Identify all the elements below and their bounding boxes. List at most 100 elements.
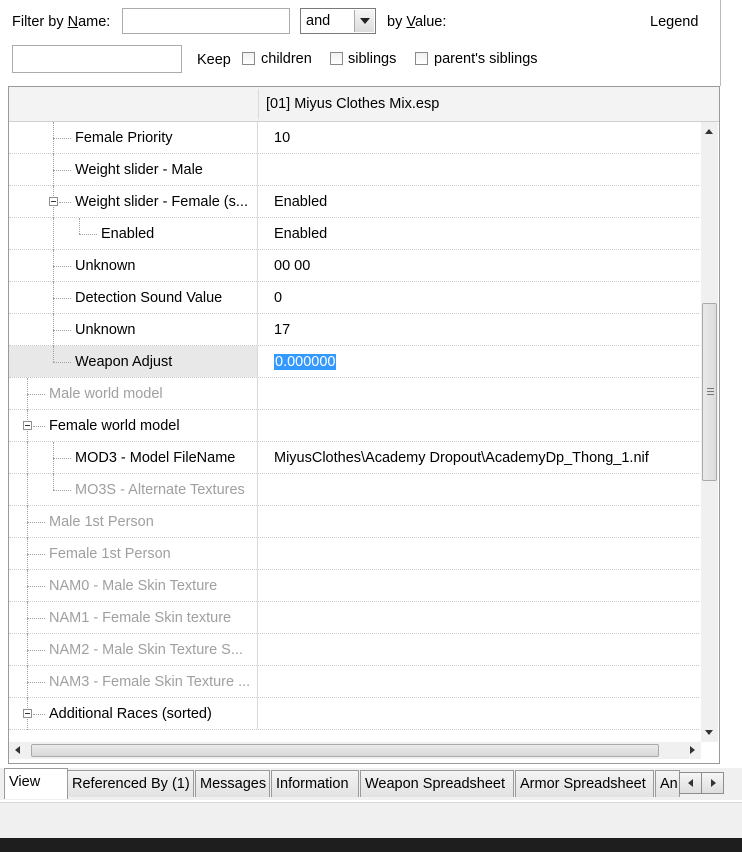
scroll-up-arrow-icon[interactable] [705,129,713,134]
tree-row[interactable]: NAM2 - Male Skin Texture S... [9,634,699,666]
tab-information[interactable]: Information [271,770,359,797]
tree-row-value[interactable]: 00 00 [274,258,310,274]
tree-row-name-cell: NAM2 - Male Skin Texture S... [9,634,258,666]
tree-row-label: MOD3 - Model FileName [75,450,236,466]
value-edit-field[interactable]: 0.000000 [274,354,337,370]
tree-row-name-cell: Male world model [9,378,258,410]
tree-row[interactable]: Female 1st Person [9,538,699,570]
operator-dropdown[interactable]: and [300,8,376,34]
tree-row-name-cell: Weapon Adjust [9,346,258,377]
tree-row[interactable]: Male world model [9,378,699,410]
tree-row-name-cell: Unknown [9,250,258,282]
filter-name-label: Filter by Name: [12,14,111,30]
tree-row-name-cell: Additional Races (sorted) [9,698,258,730]
tree-row-label: Male world model [49,386,163,402]
tab-scroll-right-button[interactable] [701,772,724,794]
column-header[interactable]: [01] Miyus Clothes Mix.esp [9,87,719,122]
tree-row[interactable]: Unknown 17 [9,314,699,346]
scroll-right-arrow-icon[interactable] [690,746,695,754]
column-header-title: [01] Miyus Clothes Mix.esp [266,96,440,112]
tree-row-label: Unknown [75,258,136,274]
desktop-background [0,838,742,852]
tree-row[interactable]: Detection Sound Value 0 [9,282,699,314]
tree-row-name-cell: Detection Sound Value [9,282,258,314]
tree-row-value[interactable]: 17 [274,322,290,338]
tab-messages[interactable]: Messages [195,770,270,797]
collapse-icon[interactable] [23,421,32,430]
tree-row-value[interactable]: Enabled [274,194,327,210]
tree-row-value[interactable]: Enabled [274,226,327,242]
tree-row[interactable]: Female Priority 10 [9,122,699,154]
tab-armor-spreadsheet[interactable]: Armor Spreadsheet [515,770,654,797]
siblings-checkbox[interactable] [330,52,343,65]
parents-siblings-label: parent's siblings [434,51,538,67]
tab-weapon-spreadsheet[interactable]: Weapon Spreadsheet [360,770,514,797]
tree-row-name-cell: Weight slider - Male [9,154,258,186]
tree-row-selected[interactable]: Weapon Adjust 0.000000 [9,346,699,378]
tab-view[interactable]: View [4,768,68,799]
record-tree[interactable]: [01] Miyus Clothes Mix.esp Female Priori… [8,86,720,764]
tab-truncated[interactable]: An [655,770,680,797]
parents-siblings-checkbox[interactable] [415,52,428,65]
tree-row[interactable]: NAM3 - Female Skin Texture ... [9,666,699,698]
tree-row[interactable]: Unknown 00 00 [9,250,699,282]
tree-row-name-cell: NAM0 - Male Skin Texture [9,570,258,602]
keep-label: Keep [197,52,231,68]
tree-row[interactable]: Male 1st Person [9,506,699,538]
vertical-scrollbar[interactable] [701,122,718,742]
tree-row[interactable]: Additional Races (sorted) [9,698,699,730]
tree-row[interactable]: MO3S - Alternate Textures [9,474,699,506]
filter-name-input[interactable] [122,8,290,34]
tree-row[interactable]: Female world model [9,410,699,442]
status-bar [0,802,742,838]
tree-row[interactable]: NAM1 - Female Skin texture [9,602,699,634]
tree-row-value[interactable]: 10 [274,130,290,146]
scroll-left-arrow-icon[interactable] [15,746,20,754]
filter-value-input[interactable] [12,45,182,73]
tree-row-name-cell: NAM3 - Female Skin Texture ... [9,666,258,698]
tree-row-label: NAM0 - Male Skin Texture [49,578,218,594]
column-separator[interactable] [258,89,259,119]
horizontal-scroll-thumb[interactable] [31,744,659,757]
collapse-icon[interactable] [23,709,32,718]
tree-row-name-cell: Female Priority [9,122,258,154]
tree-row-label: NAM3 - Female Skin Texture ... [49,674,251,690]
operator-dropdown-button[interactable] [354,10,374,32]
tree-row-label: Weight slider - Female (s... [75,194,248,210]
tree-row-label: NAM1 - Female Skin texture [49,610,232,626]
tree-row-label: Female Priority [75,130,173,146]
tree-row[interactable]: MOD3 - Model FileName MiyusClothes\Acade… [9,442,699,474]
siblings-label: siblings [348,51,397,67]
tree-row-label: Unknown [75,322,136,338]
tree-row-label: MO3S - Alternate Textures [75,482,245,498]
tree-row-name-cell: NAM1 - Female Skin texture [9,602,258,634]
tree-row-label: NAM2 - Male Skin Texture S... [49,642,243,658]
tree-row[interactable]: NAM0 - Male Skin Texture [9,570,699,602]
tree-rows: Female Priority 10 Weight slider - Male … [9,122,699,742]
vertical-scroll-thumb[interactable] [702,303,717,481]
tree-row-label: Enabled [101,226,155,242]
tree-row-label: Detection Sound Value [75,290,223,306]
legend-link[interactable]: Legend [650,14,698,30]
chevron-down-icon [360,18,370,24]
filter-bar: Filter by Name: and by Value: Legend Kee… [0,0,720,86]
scroll-down-arrow-icon[interactable] [705,730,713,735]
tree-row-name-cell: Enabled [9,218,258,250]
chevron-right-icon [711,779,716,787]
collapse-icon[interactable] [49,197,58,206]
tree-row-label: Female world model [49,418,180,434]
window-edge [720,0,742,86]
horizontal-scrollbar[interactable] [9,742,701,759]
tab-referenced-by[interactable]: Referenced By (1) [67,770,194,797]
tree-row-name-cell: MO3S - Alternate Textures [9,474,258,506]
tab-scroll-left-button[interactable] [679,772,702,794]
tree-row-label: Male 1st Person [49,514,154,530]
chevron-left-icon [688,779,693,787]
tree-row-value[interactable]: MiyusClothes\Academy Dropout\AcademyDp_T… [274,450,649,466]
tree-row[interactable]: Weight slider - Male [9,154,699,186]
children-label: children [261,51,312,67]
tree-row-value[interactable]: 0 [274,290,282,306]
tree-row[interactable]: Weight slider - Female (s... Enabled [9,186,699,218]
tree-row[interactable]: Enabled Enabled [9,218,699,250]
children-checkbox[interactable] [242,52,255,65]
